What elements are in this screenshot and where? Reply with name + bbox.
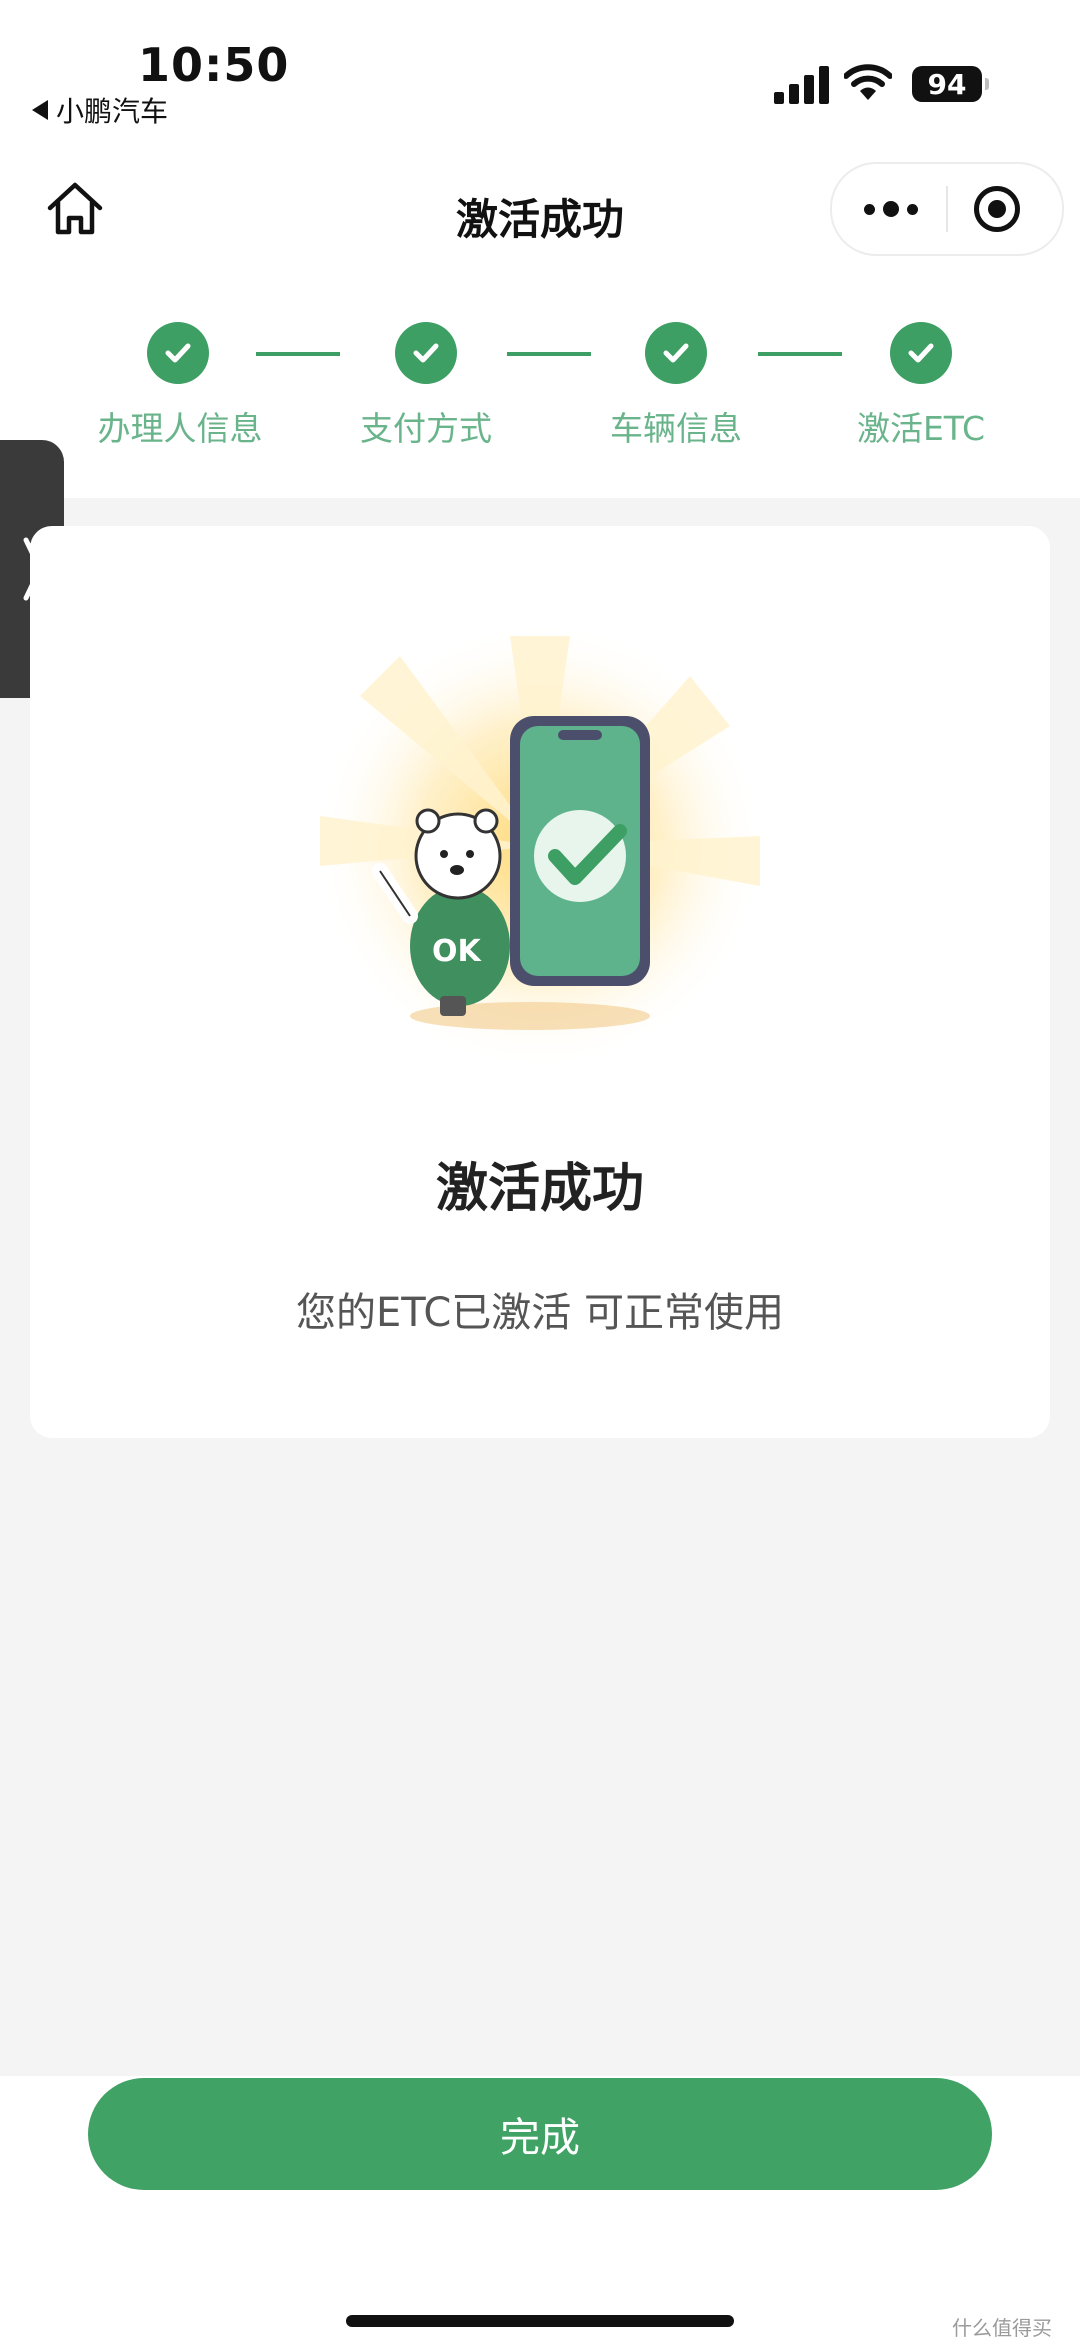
capsule-divider [946, 186, 948, 232]
step-check-icon [395, 322, 457, 384]
back-app-label: 小鹏汽车 [56, 95, 169, 128]
success-title: 激活成功 [435, 1159, 644, 1219]
success-card: OK 激活成功 您的ETC已激活 可正常使用 [30, 526, 1050, 1438]
step-label-applicant: 办理人信息 [97, 409, 263, 448]
close-miniapp-icon[interactable] [974, 186, 1020, 232]
more-menu-button[interactable] [856, 188, 926, 230]
step-connector [758, 352, 842, 356]
phone-graphic [510, 716, 650, 986]
back-to-app-button[interactable]: 小鹏汽车 [32, 90, 168, 130]
step-label-vehicle: 车辆信息 [610, 409, 742, 448]
done-button[interactable]: 完成 [88, 2078, 992, 2190]
nav-bar: 激活成功 [0, 130, 1080, 290]
progress-steps: 办理人信息 支付方式 车辆信息 激活ETC [0, 290, 1080, 498]
step-label-payment: 支付方式 [360, 409, 492, 448]
success-subtitle: 您的ETC已激活 可正常使用 [295, 1290, 784, 1336]
step-label-activate: 激活ETC [856, 409, 986, 448]
status-bar: 10:50 小鹏汽车 94 [0, 0, 1080, 130]
svg-text:OK: OK [432, 934, 483, 969]
step-connector [507, 352, 591, 356]
miniapp-capsule [830, 162, 1064, 256]
status-time: 10:50 [138, 38, 290, 92]
wifi-icon [844, 64, 892, 100]
cellular-signal-icon [774, 66, 829, 104]
step-check-icon [147, 322, 209, 384]
watermark-text: 什么值得买 [952, 2316, 1052, 2340]
home-indicator [346, 2315, 734, 2327]
step-connector [256, 352, 340, 356]
battery-indicator: 94 [912, 66, 989, 102]
step-check-icon [890, 322, 952, 384]
step-check-icon [645, 322, 707, 384]
back-triangle-icon [32, 100, 48, 120]
success-illustration: OK [315, 621, 765, 1071]
